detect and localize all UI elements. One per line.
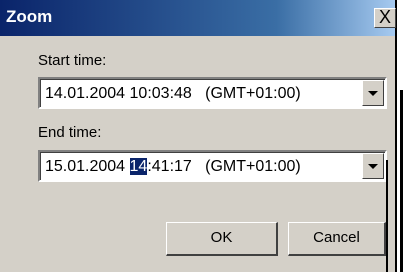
background-window-edge	[400, 90, 403, 272]
end-time-label: End time:	[38, 124, 102, 141]
start-time-field[interactable]: 14.01.2004 10:03:48 (GMT+01:00)	[38, 77, 387, 109]
title-bar[interactable]: Zoom X	[0, 0, 396, 36]
end-date-before: 15.01.2004	[45, 158, 130, 175]
end-hour-selected[interactable]: 14	[129, 158, 148, 175]
close-icon: X	[378, 7, 391, 27]
end-timezone: (GMT+01:00)	[205, 158, 301, 175]
cancel-button[interactable]: Cancel	[288, 222, 386, 256]
chevron-down-icon	[368, 91, 378, 96]
start-time-dropdown-button[interactable]	[362, 80, 384, 106]
end-time-dropdown-button[interactable]	[362, 153, 384, 179]
window-title: Zoom	[6, 7, 53, 26]
background-window-edge	[386, 160, 388, 272]
start-date: 14.01.2004 10:03:48	[45, 85, 192, 102]
close-button[interactable]: X	[374, 8, 396, 28]
start-time-label: Start time:	[38, 52, 107, 69]
start-time-value[interactable]: 14.01.2004 10:03:48 (GMT+01:00)	[45, 84, 301, 104]
end-time-value[interactable]: 15.01.2004 14:41:17 (GMT+01:00)	[45, 157, 301, 177]
end-time-field[interactable]: 15.01.2004 14:41:17 (GMT+01:00)	[38, 150, 387, 182]
ok-button[interactable]: OK	[166, 222, 278, 256]
start-timezone: (GMT+01:00)	[205, 85, 301, 102]
zoom-dialog: Zoom X Start time: 14.01.2004 10:03:48 (…	[0, 0, 397, 272]
end-date-after: :41:17	[147, 158, 192, 175]
chevron-down-icon	[368, 164, 378, 169]
